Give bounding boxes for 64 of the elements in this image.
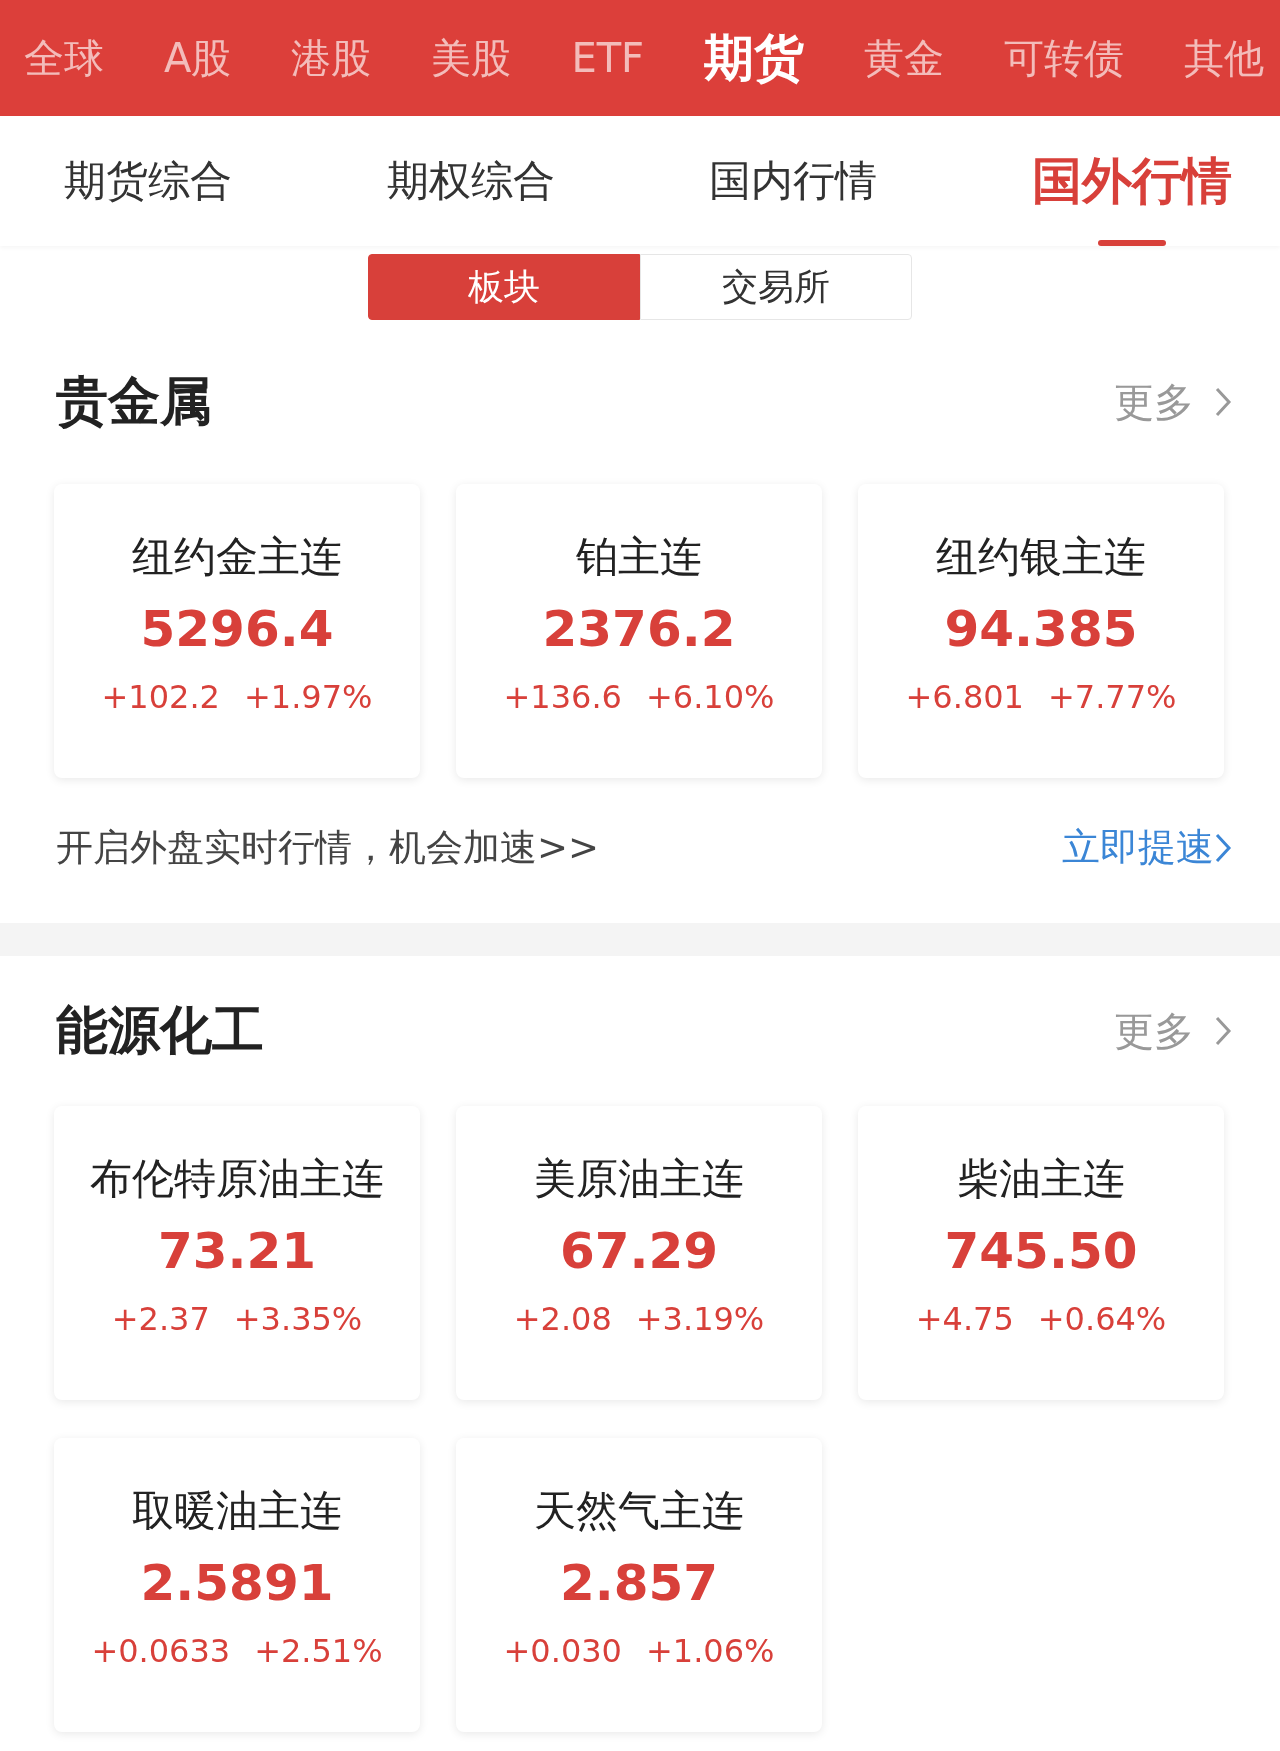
section-title: 能源化工 — [56, 999, 264, 1062]
segment-button[interactable]: 板块 — [368, 254, 640, 320]
contract-name: 纽约金主连 — [132, 531, 342, 583]
category-tab[interactable]: 期货综合 — [64, 116, 232, 246]
section-title: 贵金属 — [56, 370, 212, 433]
quote-card[interactable]: 纽约金主连 5296.4 +102.2 +1.97% — [54, 484, 420, 778]
price-value: 2.857 — [559, 1553, 719, 1614]
change-value: +136.6 — [503, 678, 622, 716]
contract-name: 美原油主连 — [534, 1153, 744, 1205]
market-tab[interactable]: 港股 — [291, 30, 372, 86]
quote-card[interactable]: 取暖油主连 2.5891 +0.0633 +2.51% — [54, 1438, 420, 1732]
contract-name: 纽约银主连 — [936, 531, 1146, 583]
promo-text: 开启外盘实时行情，机会加速>> — [56, 824, 599, 871]
market-tab[interactable]: 期货 — [704, 24, 805, 92]
market-tab[interactable]: 美股 — [431, 30, 512, 86]
price-value: 2376.2 — [542, 599, 736, 660]
change-percent: +7.77% — [1047, 678, 1177, 716]
change-percent: +6.10% — [645, 678, 775, 716]
more-link[interactable]: 更多 — [1114, 374, 1232, 430]
market-tab[interactable]: 全球 — [24, 30, 104, 86]
change-value: +2.08 — [513, 1300, 612, 1338]
quote-card[interactable]: 天然气主连 2.857 +0.030 +1.06% — [456, 1438, 822, 1732]
price-value: 73.21 — [157, 1221, 317, 1282]
price-value: 94.385 — [944, 599, 1138, 660]
category-tab[interactable]: 国外行情 — [1031, 116, 1232, 246]
speed-up-link[interactable]: 立即提速 — [1062, 822, 1232, 873]
contract-name: 铂主连 — [576, 531, 702, 583]
contract-name: 柴油主连 — [957, 1153, 1125, 1205]
quote-card[interactable]: 铂主连 2376.2 +136.6 +6.10% — [456, 484, 822, 778]
market-tab[interactable]: 黄金 — [864, 30, 945, 86]
chevron-right-icon — [1214, 831, 1232, 864]
price-value: 67.29 — [559, 1221, 719, 1282]
quote-card[interactable]: 美原油主连 67.29 +2.08 +3.19% — [456, 1106, 822, 1400]
market-tab[interactable]: 其他 — [1184, 30, 1265, 86]
change-value: +2.37 — [111, 1300, 210, 1338]
contract-name: 取暖油主连 — [132, 1485, 342, 1537]
market-tab[interactable]: A股 — [164, 30, 232, 86]
contract-name: 布伦特原油主连 — [90, 1153, 384, 1205]
more-link[interactable]: 更多 — [1114, 1003, 1232, 1059]
market-tab[interactable]: 可转债 — [1004, 30, 1125, 86]
change-value: +6.801 — [905, 678, 1024, 716]
price-value: 5296.4 — [140, 599, 334, 660]
category-tab[interactable]: 期权综合 — [386, 116, 555, 246]
change-value: +102.2 — [101, 678, 220, 716]
change-percent: +2.51% — [254, 1632, 383, 1670]
change-percent: +1.97% — [243, 678, 373, 716]
chevron-right-icon — [1214, 1015, 1232, 1047]
change-percent: +3.19% — [635, 1300, 765, 1338]
change-percent: +3.35% — [233, 1300, 363, 1338]
change-value: +4.75 — [915, 1300, 1014, 1338]
change-value: +0.030 — [503, 1632, 622, 1670]
category-tab[interactable]: 国内行情 — [709, 116, 878, 246]
change-value: +0.0633 — [91, 1632, 231, 1670]
quote-card[interactable]: 柴油主连 745.50 +4.75 +0.64% — [858, 1106, 1224, 1400]
quote-card[interactable]: 纽约银主连 94.385 +6.801 +7.77% — [858, 484, 1224, 778]
change-percent: +0.64% — [1037, 1300, 1167, 1338]
contract-name: 天然气主连 — [534, 1485, 744, 1537]
change-percent: +1.06% — [645, 1632, 775, 1670]
quote-card[interactable]: 布伦特原油主连 73.21 +2.37 +3.35% — [54, 1106, 420, 1400]
chevron-right-icon — [1214, 386, 1232, 418]
segment-button[interactable]: 交易所 — [640, 254, 912, 320]
price-value: 745.50 — [944, 1221, 1138, 1282]
market-tab[interactable]: ETF — [571, 35, 645, 81]
price-value: 2.5891 — [140, 1553, 334, 1614]
